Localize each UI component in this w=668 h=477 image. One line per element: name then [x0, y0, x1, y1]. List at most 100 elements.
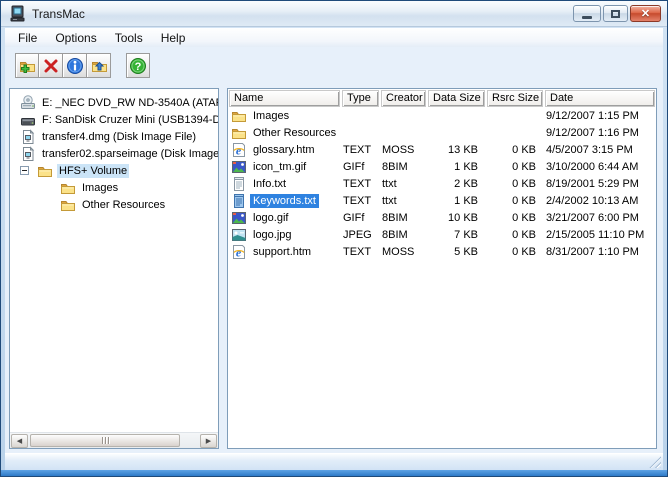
toolbar: ?: [5, 47, 663, 84]
file-row[interactable]: icon_tm.gif GIFf 8BIM 1 KB 0 KB 3/10/2000 6:4…: [228, 158, 656, 175]
help-button[interactable]: ?: [126, 53, 150, 78]
file-row[interactable]: logo.gif GIFf 8BIM 10 KB 0 KB 3/21/2007 6:00 …: [228, 209, 656, 226]
tree-item[interactable]: Images: [10, 179, 218, 196]
file-date-cell: 3/21/2007 6:00 PM: [546, 211, 639, 224]
status-bar: [5, 453, 663, 470]
minimize-button[interactable]: [573, 5, 601, 22]
device-tree: E: _NEC DVD_RW ND-3540A (ATAPI-C F: SanDi…: [10, 89, 218, 213]
file-list-panel: Name Type Creator Data Size Rsrc Size Date Im…: [227, 88, 657, 449]
file-name-cell[interactable]: Images: [228, 108, 339, 124]
text-file-icon: [231, 176, 247, 192]
file-type-cell: TEXT: [343, 194, 372, 207]
file-name-label: Other Resources: [253, 126, 337, 139]
file-row[interactable]: Other Resources 9/12/2007 1:16 PM: [228, 124, 656, 141]
file-data-size-cell: 2 KB: [454, 177, 478, 190]
file-type-cell: TEXT: [343, 245, 372, 258]
file-name-label: icon_tm.gif: [253, 160, 307, 173]
file-row[interactable]: Images 9/12/2007 1:15 PM: [228, 107, 656, 124]
file-creator-cell: 8BIM: [382, 211, 408, 224]
file-name-cell[interactable]: logo.gif: [228, 210, 339, 226]
tree-horizontal-scrollbar[interactable]: ◀ ▶: [10, 432, 218, 448]
file-name-cell[interactable]: e support.htm: [228, 244, 339, 260]
file-rsrc-size-cell: 0 KB: [512, 177, 536, 190]
file-row[interactable]: e glossary.htm TEXT MOSS 13 KB 0 KB 4/5/2007 3…: [228, 141, 656, 158]
file-row[interactable]: Info.txt TEXT ttxt 2 KB 0 KB 8/19/2001 5:29 P…: [228, 175, 656, 192]
html-file-icon: e: [231, 244, 247, 260]
folder-icon: [37, 163, 53, 179]
folder-icon: [60, 180, 76, 196]
file-rsrc-size-cell: 0 KB: [512, 194, 536, 207]
removable-drive-icon: [20, 112, 36, 128]
close-button[interactable]: ✕: [630, 5, 661, 22]
file-name-label: logo.jpg: [253, 228, 292, 241]
file-name-cell[interactable]: e glossary.htm: [228, 142, 339, 158]
file-name-cell[interactable]: icon_tm.gif: [228, 159, 339, 175]
tree-item[interactable]: HFS+ Volume: [10, 162, 218, 179]
new-folder-button[interactable]: [15, 53, 39, 78]
file-data-size-cell: 5 KB: [454, 245, 478, 258]
delete-button[interactable]: [39, 53, 63, 78]
file-data-size-cell: 1 KB: [454, 194, 478, 207]
file-row[interactable]: e support.htm TEXT MOSS 5 KB 0 KB 8/31/2007 1:…: [228, 243, 656, 260]
scroll-right-arrow[interactable]: ▶: [200, 433, 217, 448]
column-header-rsrc-size[interactable]: Rsrc Size: [487, 90, 543, 107]
scroll-left-arrow[interactable]: ◀: [11, 433, 28, 448]
export-folder-button[interactable]: [87, 53, 111, 78]
folder-icon: [231, 125, 247, 141]
file-date-cell: 2/4/2002 10:13 AM: [546, 194, 639, 207]
file-row[interactable]: Keywords.txt TEXT ttxt 1 KB 0 KB 2/4/2002 10:…: [228, 192, 656, 209]
collapse-expander-icon[interactable]: [20, 166, 29, 175]
tree-item-label: Other Resources: [82, 198, 166, 211]
menu-help[interactable]: Help: [152, 29, 195, 47]
tree-item[interactable]: transfer02.sparseimage (Disk Image File): [10, 145, 218, 162]
cd-drive-icon: [20, 94, 36, 111]
menu-tools[interactable]: Tools: [106, 29, 152, 47]
info-button[interactable]: [63, 53, 87, 78]
gif-image-icon: [231, 210, 247, 226]
column-header-type[interactable]: Type: [342, 90, 379, 107]
file-name-cell[interactable]: logo.jpg: [228, 227, 339, 243]
file-date-cell: 4/5/2007 3:15 PM: [546, 143, 633, 156]
tree-item-label: Images: [82, 181, 119, 194]
file-list-header: Name Type Creator Data Size Rsrc Size Date: [228, 89, 656, 107]
column-header-date[interactable]: Date: [545, 90, 655, 107]
file-data-size-cell: 10 KB: [448, 211, 478, 224]
scroll-grip-icon: [101, 436, 109, 444]
tree-item[interactable]: E: _NEC DVD_RW ND-3540A (ATAPI-C: [10, 94, 218, 111]
export-folder-icon: [90, 57, 108, 75]
text-file-icon: [231, 193, 247, 209]
file-name-cell[interactable]: Other Resources: [228, 125, 339, 141]
file-date-cell: 9/12/2007 1:16 PM: [546, 126, 639, 139]
app-icon[interactable]: [9, 5, 27, 23]
title-bar[interactable]: TransMac ✕: [1, 1, 667, 27]
tree-item[interactable]: transfer4.dmg (Disk Image File): [10, 128, 218, 145]
file-name-cell[interactable]: Info.txt: [228, 176, 339, 192]
maximize-button[interactable]: [603, 5, 628, 22]
window-frame-bottom: [1, 470, 667, 476]
disk-image-icon: [20, 128, 36, 145]
svg-text:?: ?: [135, 61, 142, 73]
html-file-icon: e: [231, 142, 247, 158]
file-name-cell[interactable]: Keywords.txt: [228, 193, 339, 209]
scroll-thumb[interactable]: [30, 433, 180, 447]
column-header-name[interactable]: Name: [229, 90, 340, 107]
file-name-label: Info.txt: [253, 177, 287, 190]
column-header-creator[interactable]: Creator: [381, 90, 426, 107]
column-header-data-size[interactable]: Data Size: [428, 90, 485, 107]
device-tree-panel: E: _NEC DVD_RW ND-3540A (ATAPI-C F: SanDi…: [9, 88, 219, 449]
resize-grip[interactable]: [648, 455, 661, 468]
minimize-icon: [582, 15, 592, 19]
folder-icon: [231, 108, 247, 124]
file-name-label: Images: [253, 109, 290, 122]
maximize-icon: [611, 9, 620, 18]
info-icon: [66, 57, 84, 75]
tree-item[interactable]: Other Resources: [10, 196, 218, 213]
scroll-track[interactable]: [29, 433, 199, 449]
menu-options[interactable]: Options: [46, 29, 105, 47]
gif-image-icon: [231, 159, 247, 175]
file-row[interactable]: logo.jpg JPEG 8BIM 7 KB 0 KB 2/15/2005 11:10 …: [228, 226, 656, 243]
disk-image-icon: [20, 145, 36, 162]
file-creator-cell: 8BIM: [382, 160, 408, 173]
menu-file[interactable]: File: [9, 29, 46, 47]
tree-item[interactable]: F: SanDisk Cruzer Mini (USB1394-Disk): [10, 111, 218, 128]
